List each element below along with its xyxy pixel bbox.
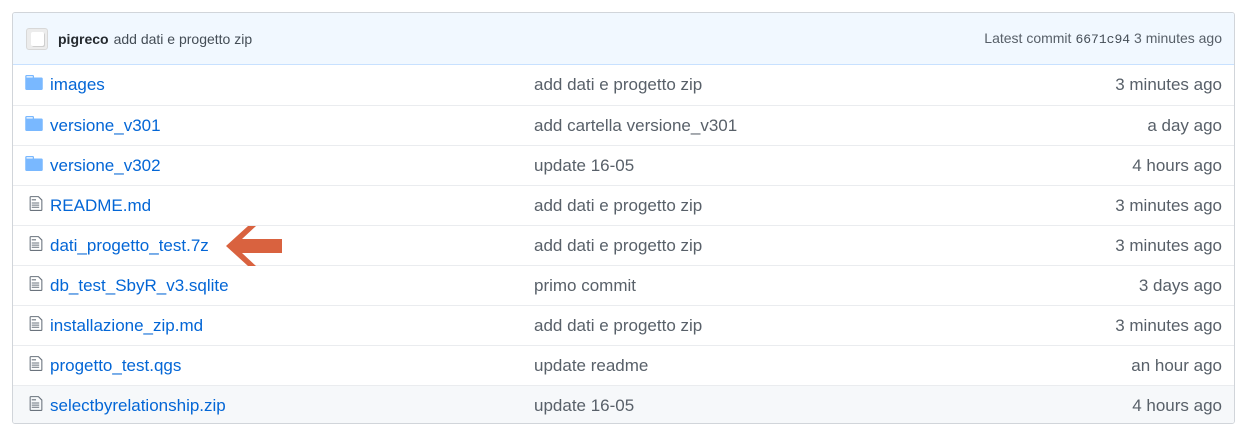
row-icon-cell (13, 235, 50, 257)
file-icon (29, 355, 43, 377)
commit-age: 4 hours ago (1132, 155, 1222, 175)
table-row[interactable]: installazione_zip.md add dati e progetto … (13, 305, 1234, 345)
commit-message-link[interactable]: update readme (534, 356, 1131, 376)
commit-message-link[interactable]: update 16-05 (534, 156, 1132, 176)
commit-age: 3 minutes ago (1115, 75, 1222, 94)
avatar[interactable] (26, 27, 48, 50)
commit-message-link[interactable]: primo commit (534, 276, 1139, 296)
commit-age: 3 minutes ago (1115, 235, 1222, 255)
file-name-link[interactable]: progetto_test.qgs (50, 356, 534, 376)
file-browser: pigreco add dati e progetto zip Latest c… (12, 12, 1235, 424)
commit-author[interactable]: pigreco (58, 31, 109, 47)
file-icon (29, 275, 43, 297)
folder-icon (25, 155, 43, 176)
table-row[interactable]: images add dati e progetto zip 3 minutes a… (13, 65, 1234, 105)
commit-message-link[interactable]: add dati e progetto zip (534, 196, 1115, 216)
file-name-link[interactable]: versione_v301 (50, 116, 534, 136)
row-icon-cell (13, 115, 50, 136)
file-list: images add dati e progetto zip 3 minutes a… (13, 65, 1234, 423)
commit-age: 3 days ago (1138, 275, 1222, 295)
latest-commit-label: Latest commit (984, 30, 1072, 46)
table-row[interactable]: selectbyrelationship.zip update 16-05 4 ho… (13, 385, 1234, 423)
latest-commit-info: Latest commit 6671c94 3 minutes ago (984, 30, 1222, 47)
folder-icon (25, 75, 43, 95)
file-name-link[interactable]: installazione_zip.md (50, 316, 534, 336)
file-icon (29, 195, 43, 217)
file-name-link[interactable]: dati_progetto_test.7z (50, 236, 534, 256)
row-icon-cell (13, 75, 50, 95)
commit-age: 3 minutes ago (1115, 315, 1222, 335)
commit-message[interactable]: add dati e progetto zip (114, 31, 253, 47)
file-name-link[interactable]: versione_v302 (50, 156, 534, 176)
commit-time: 3 minutes ago (1134, 30, 1222, 46)
file-icon (29, 315, 43, 337)
table-row[interactable]: db_test_SbyR_v3.sqlite primo commit 3 days… (13, 265, 1234, 305)
commit-message-link[interactable]: add dati e progetto zip (534, 316, 1115, 336)
row-icon-cell (13, 395, 50, 417)
commit-age: 4 hours ago (1132, 395, 1222, 415)
row-icon-cell (13, 315, 50, 337)
file-icon (29, 395, 43, 417)
table-row[interactable]: README.md add dati e progetto zip 3 minute… (13, 185, 1234, 225)
row-icon-cell (13, 355, 50, 377)
commit-message-link[interactable]: add cartella versione_v301 (534, 116, 1147, 136)
folder-icon (25, 115, 43, 136)
table-row[interactable]: versione_v301 add cartella versione_v301 a… (13, 105, 1234, 145)
file-name-link[interactable]: selectbyrelationship.zip (50, 396, 534, 416)
file-name-link[interactable]: images (50, 75, 534, 95)
table-row[interactable]: progetto_test.qgs update readme an hour ag… (13, 345, 1234, 385)
row-icon-cell (13, 195, 50, 217)
latest-commit-bar: pigreco add dati e progetto zip Latest c… (13, 13, 1234, 65)
table-row[interactable]: versione_v302 update 16-05 4 hours ago (13, 145, 1234, 185)
file-icon (29, 235, 43, 257)
commit-sha[interactable]: 6671c94 (1075, 32, 1130, 47)
arrow-left-icon (226, 226, 282, 266)
file-name-link[interactable]: README.md (50, 196, 534, 216)
file-name-link[interactable]: db_test_SbyR_v3.sqlite (50, 276, 534, 296)
row-icon-cell (13, 275, 50, 297)
commit-message-link[interactable]: add dati e progetto zip (534, 236, 1115, 256)
commit-age: 3 minutes ago (1115, 195, 1222, 215)
commit-age: an hour ago (1131, 355, 1222, 375)
row-icon-cell (13, 155, 50, 176)
commit-message-link[interactable]: update 16-05 (534, 396, 1132, 416)
commit-message-link[interactable]: add dati e progetto zip (534, 75, 1115, 95)
commit-age: a day ago (1147, 115, 1222, 135)
table-row[interactable]: dati_progetto_test.7z add dati e progetto… (13, 225, 1234, 265)
